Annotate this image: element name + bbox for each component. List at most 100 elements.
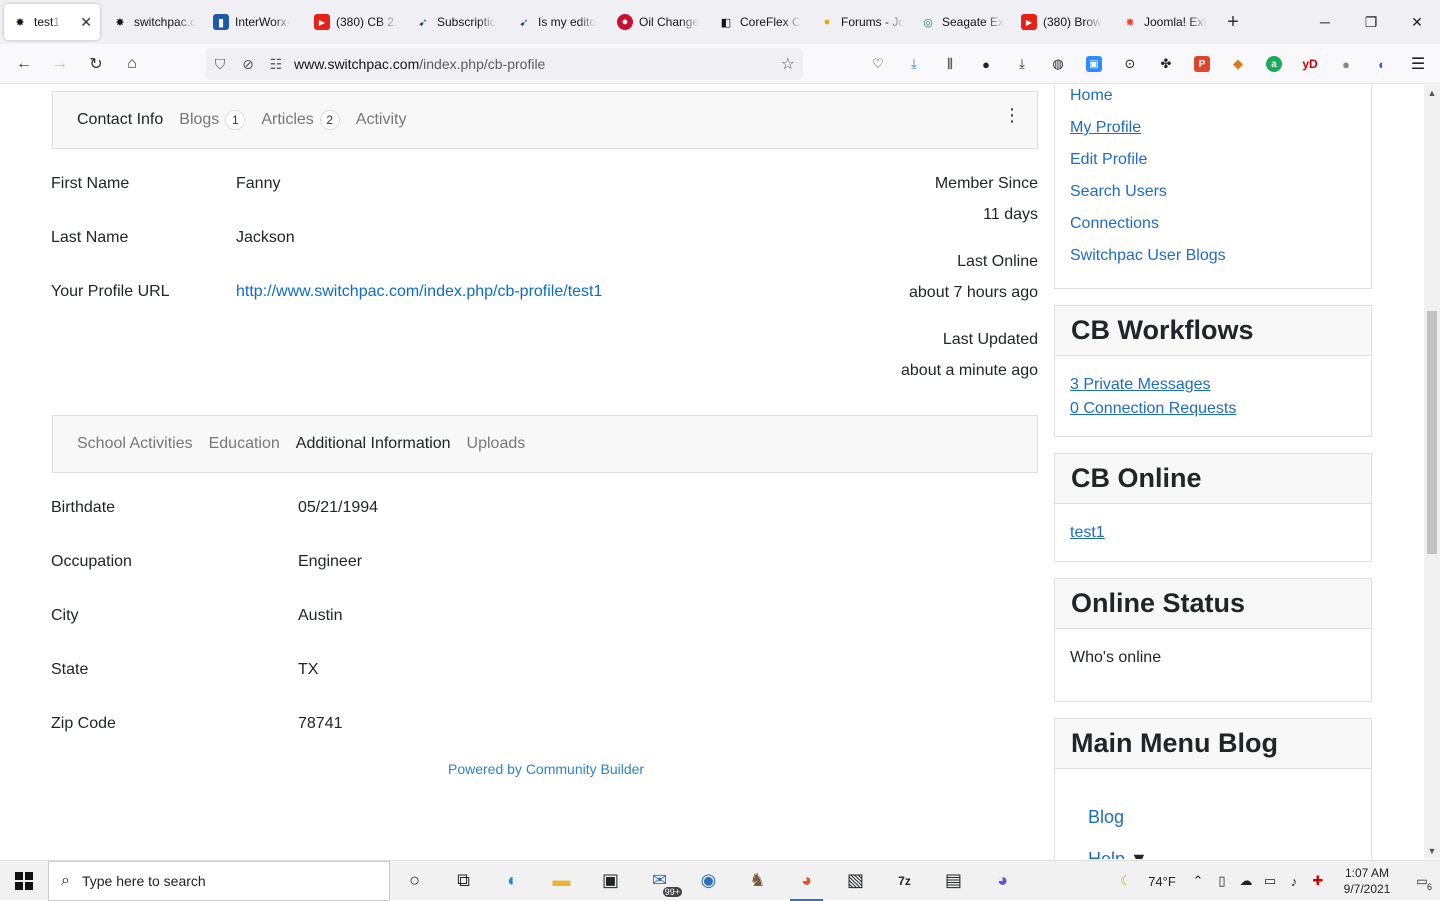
tab-forums[interactable]: ● Forums - Jc [811,4,912,40]
tab-seagate[interactable]: ◎ Seagate Ex [912,4,1013,40]
bookmark-star-icon[interactable]: ☆ [781,54,795,74]
tab-uploads[interactable]: Uploads [467,435,526,453]
security-icon[interactable]: ✚ [1306,873,1330,889]
tab-articles[interactable]: Articles 2 [261,110,340,130]
tab-youtube-cb[interactable]: ▶ (380) CB 2. [306,4,407,40]
tab-blogs[interactable]: Blogs 1 [179,110,246,130]
weather-moon-icon[interactable]: ☾ [1114,873,1138,889]
youtube-icon: ▶ [1021,14,1037,30]
tab-additional-information[interactable]: Additional Information [296,435,451,453]
network-icon[interactable]: ▭ [1258,873,1282,889]
multi-extension-icon[interactable]: ✤ [1148,48,1184,80]
tab-youtube-browser[interactable]: ▶ (380) Brow [1013,4,1114,40]
menu-home[interactable]: Home [1070,87,1113,105]
globe-icon[interactable]: ◍ [1040,48,1076,80]
scroll-up-arrow-icon[interactable]: ▲ [1424,85,1440,101]
forward-button[interactable]: → [42,48,78,80]
taskbar-clock[interactable]: 1:07 AM 9/7/2021 [1330,865,1404,897]
url-text[interactable]: www.switchpac.com/index.php/cb-profile [294,56,545,72]
new-tab-button[interactable]: + [1215,11,1251,34]
menu-search-users[interactable]: Search Users [1070,183,1167,201]
store-icon[interactable]: ▣ [586,861,635,901]
tab-joomla-ext[interactable]: ✸ Joomla! Ext [1114,4,1215,40]
occupation-value: Engineer [298,553,363,570]
gimp-icon[interactable]: ♞ [733,861,782,901]
tab-coreflex[interactable]: ◧ CoreFlex C [710,4,811,40]
onedrive-icon[interactable]: ☁ [1234,873,1258,889]
github-icon[interactable]: ● [1328,48,1364,80]
close-tab-icon[interactable]: ✕ [80,14,92,31]
home-button[interactable]: ⌂ [114,48,150,80]
more-options-icon[interactable]: ⋮ [1003,106,1021,124]
task-view-icon[interactable]: ⧉ [439,861,488,901]
menu-connections[interactable]: Connections [1070,215,1159,233]
site-info-icon[interactable]: ☷ [262,56,290,73]
weather-temp[interactable]: 74°F [1138,874,1186,889]
notifications-icon[interactable]: ▭ 6 [1404,874,1440,892]
url-bar[interactable]: ⛉ ⊘ ☷ www.switchpac.com/index.php/cb-pro… [206,48,803,80]
tab-activity[interactable]: Activity [356,111,407,129]
app-blue-icon[interactable]: ◉ [684,861,733,901]
edge-icon[interactable]: ◐ [488,861,537,901]
connection-requests-link[interactable]: 0 Connection Requests [1070,400,1236,418]
zoom-extension-icon[interactable]: ▣ [1076,48,1112,80]
shield-icon[interactable]: ⛉ [206,56,234,73]
vpn-icon[interactable]: ◐ [1364,48,1400,80]
close-window-button[interactable]: ✕ [1394,0,1440,44]
tab-school-activities[interactable]: School Activities [77,435,193,453]
menu-hamburger-icon[interactable]: ☰ [1400,48,1436,80]
cortana-icon[interactable]: ○ [390,861,439,901]
maximize-button[interactable]: ❐ [1348,0,1394,44]
tab-subscription[interactable]: ➹ Subscriptio [407,4,508,40]
bird-icon: ➹ [418,16,428,29]
menu-edit-profile[interactable]: Edit Profile [1070,151,1147,169]
mail-icon[interactable]: ✉ 99+ [635,861,684,901]
tab-editor[interactable]: ➹ Is my edito [508,4,609,40]
blog-link[interactable]: Blog [1088,807,1124,828]
tab-switchpac[interactable]: ✸ switchpac.c [104,4,205,40]
powered-by-link[interactable]: Powered by Community Builder [448,761,644,777]
private-messages-link[interactable]: 3 Private Messages [1070,376,1211,394]
image-viewer-icon[interactable]: ▧ [831,861,880,901]
tab-education[interactable]: Education [209,435,280,453]
taskbar-search-box[interactable]: ⌕ Type here to search [48,860,390,901]
account-icon[interactable]: ● [968,48,1004,80]
tab-oil-change[interactable]: ● Oil Change [609,4,710,40]
menu-my-profile[interactable]: My Profile [1070,119,1141,137]
firefox-icon[interactable]: ◕ [782,861,831,901]
member-since-value: 11 days [983,206,1038,223]
reload-button[interactable]: ↻ [78,48,114,80]
7zip-icon[interactable]: 7z [880,861,929,901]
save-icon[interactable]: ⊙ [1112,48,1148,80]
profile-url-link[interactable]: http://www.switchpac.com/index.php/cb-pr… [236,283,602,301]
file-explorer-icon[interactable]: ▬ [537,861,586,901]
cb-online-title: CB Online [1055,454,1371,504]
yandex-icon[interactable]: yD [1292,48,1328,80]
pocket-icon[interactable]: ♡ [860,48,896,80]
tab-contact-info[interactable]: Contact Info [77,111,163,129]
download-helper-icon[interactable]: ⤓ [1004,48,1040,80]
pdf-extension-icon[interactable]: P [1184,48,1220,80]
amazon-assistant-icon[interactable]: a [1256,48,1292,80]
tab-test1[interactable]: ✸ test1 ✕ [4,4,100,40]
volume-icon[interactable]: ♪ [1282,874,1306,889]
battery-icon[interactable]: ▯ [1210,873,1234,889]
firefox-dev-icon[interactable]: ◕ [978,861,1027,901]
tracking-protection-icon[interactable]: ⊘ [234,56,262,73]
online-status-title: Online Status [1055,579,1371,629]
tab-interworx[interactable]: ▮ InterWorx- [205,4,306,40]
help-link[interactable]: Help ▼ [1088,849,1148,859]
page-scrollbar[interactable]: ▲ ▼ [1424,85,1440,859]
menu-user-blogs[interactable]: Switchpac User Blogs [1070,247,1226,265]
minimize-button[interactable]: ─ [1302,0,1348,44]
downloads-icon[interactable]: ⤓ [896,48,932,80]
library-icon[interactable]: ⫼ [932,48,968,80]
back-button[interactable]: ← [6,48,42,80]
start-button[interactable] [0,861,48,901]
terminal-icon[interactable]: ▤ [929,861,978,901]
online-user-link[interactable]: test1 [1070,524,1105,542]
scrollbar-thumb[interactable] [1427,311,1437,554]
metamask-icon[interactable]: ◆ [1220,48,1256,80]
tray-chevron-icon[interactable]: ⌃ [1186,873,1210,889]
scroll-down-arrow-icon[interactable]: ▼ [1424,843,1440,859]
